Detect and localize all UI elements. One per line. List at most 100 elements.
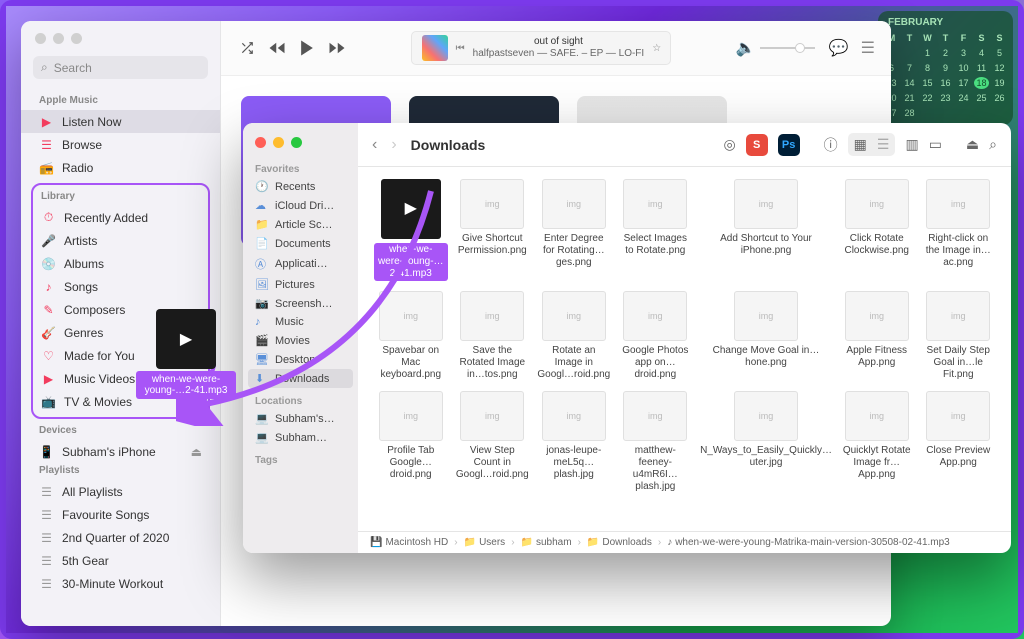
sidebar-item[interactable]: ☰5th Gear <box>21 549 220 572</box>
eject-icon[interactable]: ⏏ <box>191 445 202 459</box>
column-view-button[interactable]: ▥ <box>905 136 918 153</box>
file-thumbnail: img <box>845 391 909 441</box>
sidebar-item[interactable]: ⏱Recently Added <box>33 206 208 229</box>
sidebar-item[interactable]: ☰Favourite Songs <box>21 503 220 526</box>
finder-path-bar[interactable]: 💾Macintosh HD›📁Users›📁subham›📁Downloads›… <box>358 531 1011 553</box>
next-button[interactable] <box>327 38 347 58</box>
path-segment[interactable]: 📁Users <box>464 537 506 548</box>
finder-sidebar-item[interactable]: ☁iCloud Dri… <box>243 196 358 215</box>
finder-sidebar-item[interactable]: 🖥Desktop <box>243 350 358 369</box>
file-item[interactable]: imgRight-click on the Image in…ac.png <box>921 179 995 281</box>
path-segment[interactable]: 💾Macintosh HD <box>370 537 448 548</box>
share-icon[interactable]: ⏏ <box>966 136 979 153</box>
file-item[interactable]: imgSave the Rotated Image in…tos.png <box>456 291 530 381</box>
calendar-month: FEBRUARY <box>884 17 1007 28</box>
nav-icon: ♡ <box>41 348 56 363</box>
finder-sidebar-item[interactable]: ⒶApplicati… <box>243 253 358 275</box>
finder-sidebar-item[interactable]: 📁Article Sc… <box>243 215 358 234</box>
finder-sidebar-item[interactable]: 💻Subham… <box>243 428 358 447</box>
previous-track-icon[interactable]: ⏮ <box>456 43 465 54</box>
app-icon[interactable]: S <box>746 134 768 156</box>
sidebar-item-label: Subham's iPhone <box>62 445 156 459</box>
path-label: subham <box>536 537 572 548</box>
search-icon[interactable]: ⌕ <box>989 136 997 153</box>
finder-sidebar-item[interactable]: 🖼Pictures <box>243 275 358 294</box>
sidebar-item-label: 30-Minute Workout <box>62 577 163 591</box>
sidebar-item[interactable]: ☰All Playlists <box>21 480 220 503</box>
photoshop-icon[interactable]: Ps <box>778 134 800 156</box>
finder-sidebar-item[interactable]: 💻Subham's… <box>243 409 358 428</box>
close-icon[interactable] <box>255 137 266 148</box>
file-item[interactable]: imgApple Fitness App.png <box>840 291 914 381</box>
file-item[interactable]: imgChange Move Goal in…hone.png <box>700 291 832 381</box>
music-traffic-lights[interactable] <box>21 33 220 56</box>
file-item[interactable]: imgView Step Count in Googl…roid.png <box>456 391 530 493</box>
file-item[interactable]: imgClick Rotate Clockwise.png <box>840 179 914 281</box>
maximize-icon[interactable] <box>71 33 82 44</box>
sidebar-item-label: Listen Now <box>62 115 121 129</box>
path-segment[interactable]: ♪when-we-were-young-Matrika-main-version… <box>667 537 950 548</box>
file-item[interactable]: imgQuicklyt Rotate Image fr…App.png <box>840 391 914 493</box>
file-item[interactable]: imgEnter Degree for Rotating…ges.png <box>537 179 611 281</box>
sidebar-item[interactable]: ▶Listen Now <box>21 110 220 133</box>
now-playing[interactable]: ⏮ out of sight halfpastseven — SAFE. – E… <box>411 31 671 65</box>
maximize-icon[interactable] <box>291 137 302 148</box>
forward-button[interactable]: › <box>391 136 396 154</box>
finder-sidebar-item[interactable]: ⬇Downloads <box>248 369 353 388</box>
list-view-button[interactable]: ☰ <box>877 136 890 153</box>
finder-section-locations: Locations <box>243 394 358 409</box>
previous-button[interactable] <box>267 38 287 58</box>
finder-sidebar-item[interactable]: 📷Screensh… <box>243 294 358 313</box>
volume-slider[interactable]: 🔈 <box>736 38 815 58</box>
minimize-icon[interactable] <box>53 33 64 44</box>
finder-sidebar-item[interactable]: 🎬Movies <box>243 331 358 350</box>
file-item[interactable]: imgSelect Images to Rotate.png <box>619 179 693 281</box>
sidebar-item[interactable]: 📻Radio <box>21 156 220 179</box>
file-item[interactable]: imgjonas-leupe-meL5q…plash.jpg <box>537 391 611 493</box>
finder-sidebar-item[interactable]: 🕐Recents <box>243 177 358 196</box>
file-thumbnail: img <box>734 179 798 229</box>
finder-traffic-lights[interactable] <box>243 133 358 162</box>
airdrop-icon[interactable]: ◎ <box>723 136 735 153</box>
sidebar-item-label: Movies <box>275 335 310 347</box>
star-icon[interactable]: ☆ <box>652 43 661 54</box>
info-icon[interactable]: ⓘ <box>824 135 838 155</box>
file-item[interactable]: imgSpavebar on Mac keyboard.png <box>374 291 448 381</box>
file-item[interactable]: imgProfile Tab Google…droid.png <box>374 391 448 493</box>
lyrics-button[interactable]: 💬 <box>829 38 849 58</box>
sidebar-item[interactable]: 🎤Artists <box>33 229 208 252</box>
queue-button[interactable]: ☰ <box>861 38 875 58</box>
minimize-icon[interactable] <box>273 137 284 148</box>
finder-sidebar-item[interactable]: 📄Documents <box>243 234 358 253</box>
file-item[interactable]: imgSet Daily Step Goal in…le Fit.png <box>921 291 995 381</box>
path-segment[interactable]: 📁subham <box>521 537 572 548</box>
sidebar-item[interactable]: ☰30-Minute Workout <box>21 572 220 595</box>
search-input[interactable]: ⌕ Search <box>33 56 208 79</box>
sidebar-item[interactable]: ♪Songs <box>33 275 208 298</box>
sidebar-item-label: Browse <box>62 138 102 152</box>
finder-sidebar-item[interactable]: ♪Music <box>243 313 358 331</box>
file-item[interactable]: imgmatthew-feeney-u4mR6I…plash.jpg <box>619 391 693 493</box>
sidebar-item-label: Subham's… <box>275 413 335 425</box>
icon-view-button[interactable]: ▦ <box>854 136 867 153</box>
file-item[interactable]: imgN_Ways_to_Easily_Quickly…uter.jpg <box>700 391 832 493</box>
sidebar-item[interactable]: 💿Albums <box>33 252 208 275</box>
back-button[interactable]: ‹ <box>372 136 377 154</box>
sidebar-item-label: Composers <box>64 303 125 317</box>
close-icon[interactable] <box>35 33 46 44</box>
sidebar-item[interactable]: ☰Browse <box>21 133 220 156</box>
file-item[interactable]: imgRotate an Image in Googl…roid.png <box>537 291 611 381</box>
file-item[interactable]: imgAdd Shortcut to Your iPhone.png <box>700 179 832 281</box>
file-item[interactable]: imgGoogle Photos app on…droid.png <box>619 291 693 381</box>
gallery-view-button[interactable]: ▭ <box>929 136 942 153</box>
file-name: Click Rotate Clockwise.png <box>840 233 914 257</box>
sidebar-item-label: Desktop <box>275 354 315 366</box>
file-item[interactable]: imgClose Preview App.png <box>921 391 995 493</box>
file-item[interactable]: ▶when-we-were-young-…2-41.mp3 <box>374 179 448 281</box>
sidebar-item[interactable]: 📱Subham's iPhone⏏ <box>21 440 220 463</box>
path-segment[interactable]: 📁Downloads <box>587 537 652 548</box>
play-button[interactable] <box>297 38 317 58</box>
sidebar-item[interactable]: ☰2nd Quarter of 2020 <box>21 526 220 549</box>
shuffle-button[interactable] <box>237 38 257 58</box>
file-item[interactable]: imgGive Shortcut Permission.png <box>456 179 530 281</box>
